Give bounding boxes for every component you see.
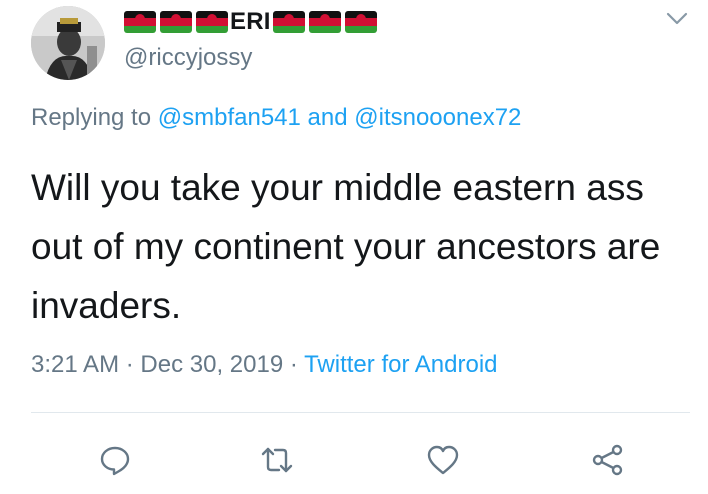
flag-emoji-icon (196, 11, 228, 33)
user-handle[interactable]: @riccyjossy (124, 44, 252, 72)
flag-emoji-icon (124, 11, 156, 33)
tweet-meta: 3:21 AM · Dec 30, 2019 · Twitter for And… (31, 351, 498, 379)
display-name: ERI (230, 8, 271, 35)
replying-to-label: Replying to (31, 104, 152, 131)
tweet-source-link[interactable]: Twitter for Android (304, 351, 497, 378)
divider (31, 412, 690, 413)
meta-separator: · (289, 351, 298, 378)
share-icon (592, 444, 623, 476)
reply-icon (100, 446, 130, 476)
like-button[interactable] (423, 440, 463, 480)
mention-link-itsnooonex72[interactable]: @itsnooonex72 (354, 104, 521, 131)
flag-emoji-icon (308, 11, 341, 33)
like-icon (427, 445, 459, 475)
display-name-row[interactable]: ERI (124, 8, 381, 35)
avatar[interactable] (31, 6, 105, 80)
chevron-down-icon[interactable] (664, 8, 690, 28)
tweet-date: Dec 30, 2019 (140, 351, 284, 378)
share-button[interactable] (588, 440, 628, 480)
retweet-icon (261, 447, 293, 473)
tweet-text: Will you take your middle eastern ass ou… (31, 167, 661, 326)
replying-joiner[interactable]: and (308, 104, 348, 131)
mention-link-smbfan541[interactable]: @smbfan541 (158, 104, 301, 131)
meta-separator: · (125, 351, 134, 378)
tweet-time: 3:21 AM (31, 351, 120, 378)
flag-emoji-icon (344, 11, 377, 33)
replying-to-line: Replying to @smbfan541 and @itsnooonex72 (31, 104, 521, 132)
reply-button[interactable] (95, 440, 135, 480)
avatar-image (31, 6, 105, 80)
flag-emoji-icon (160, 11, 192, 33)
retweet-button[interactable] (257, 440, 297, 480)
flag-emoji-icon (272, 11, 305, 33)
